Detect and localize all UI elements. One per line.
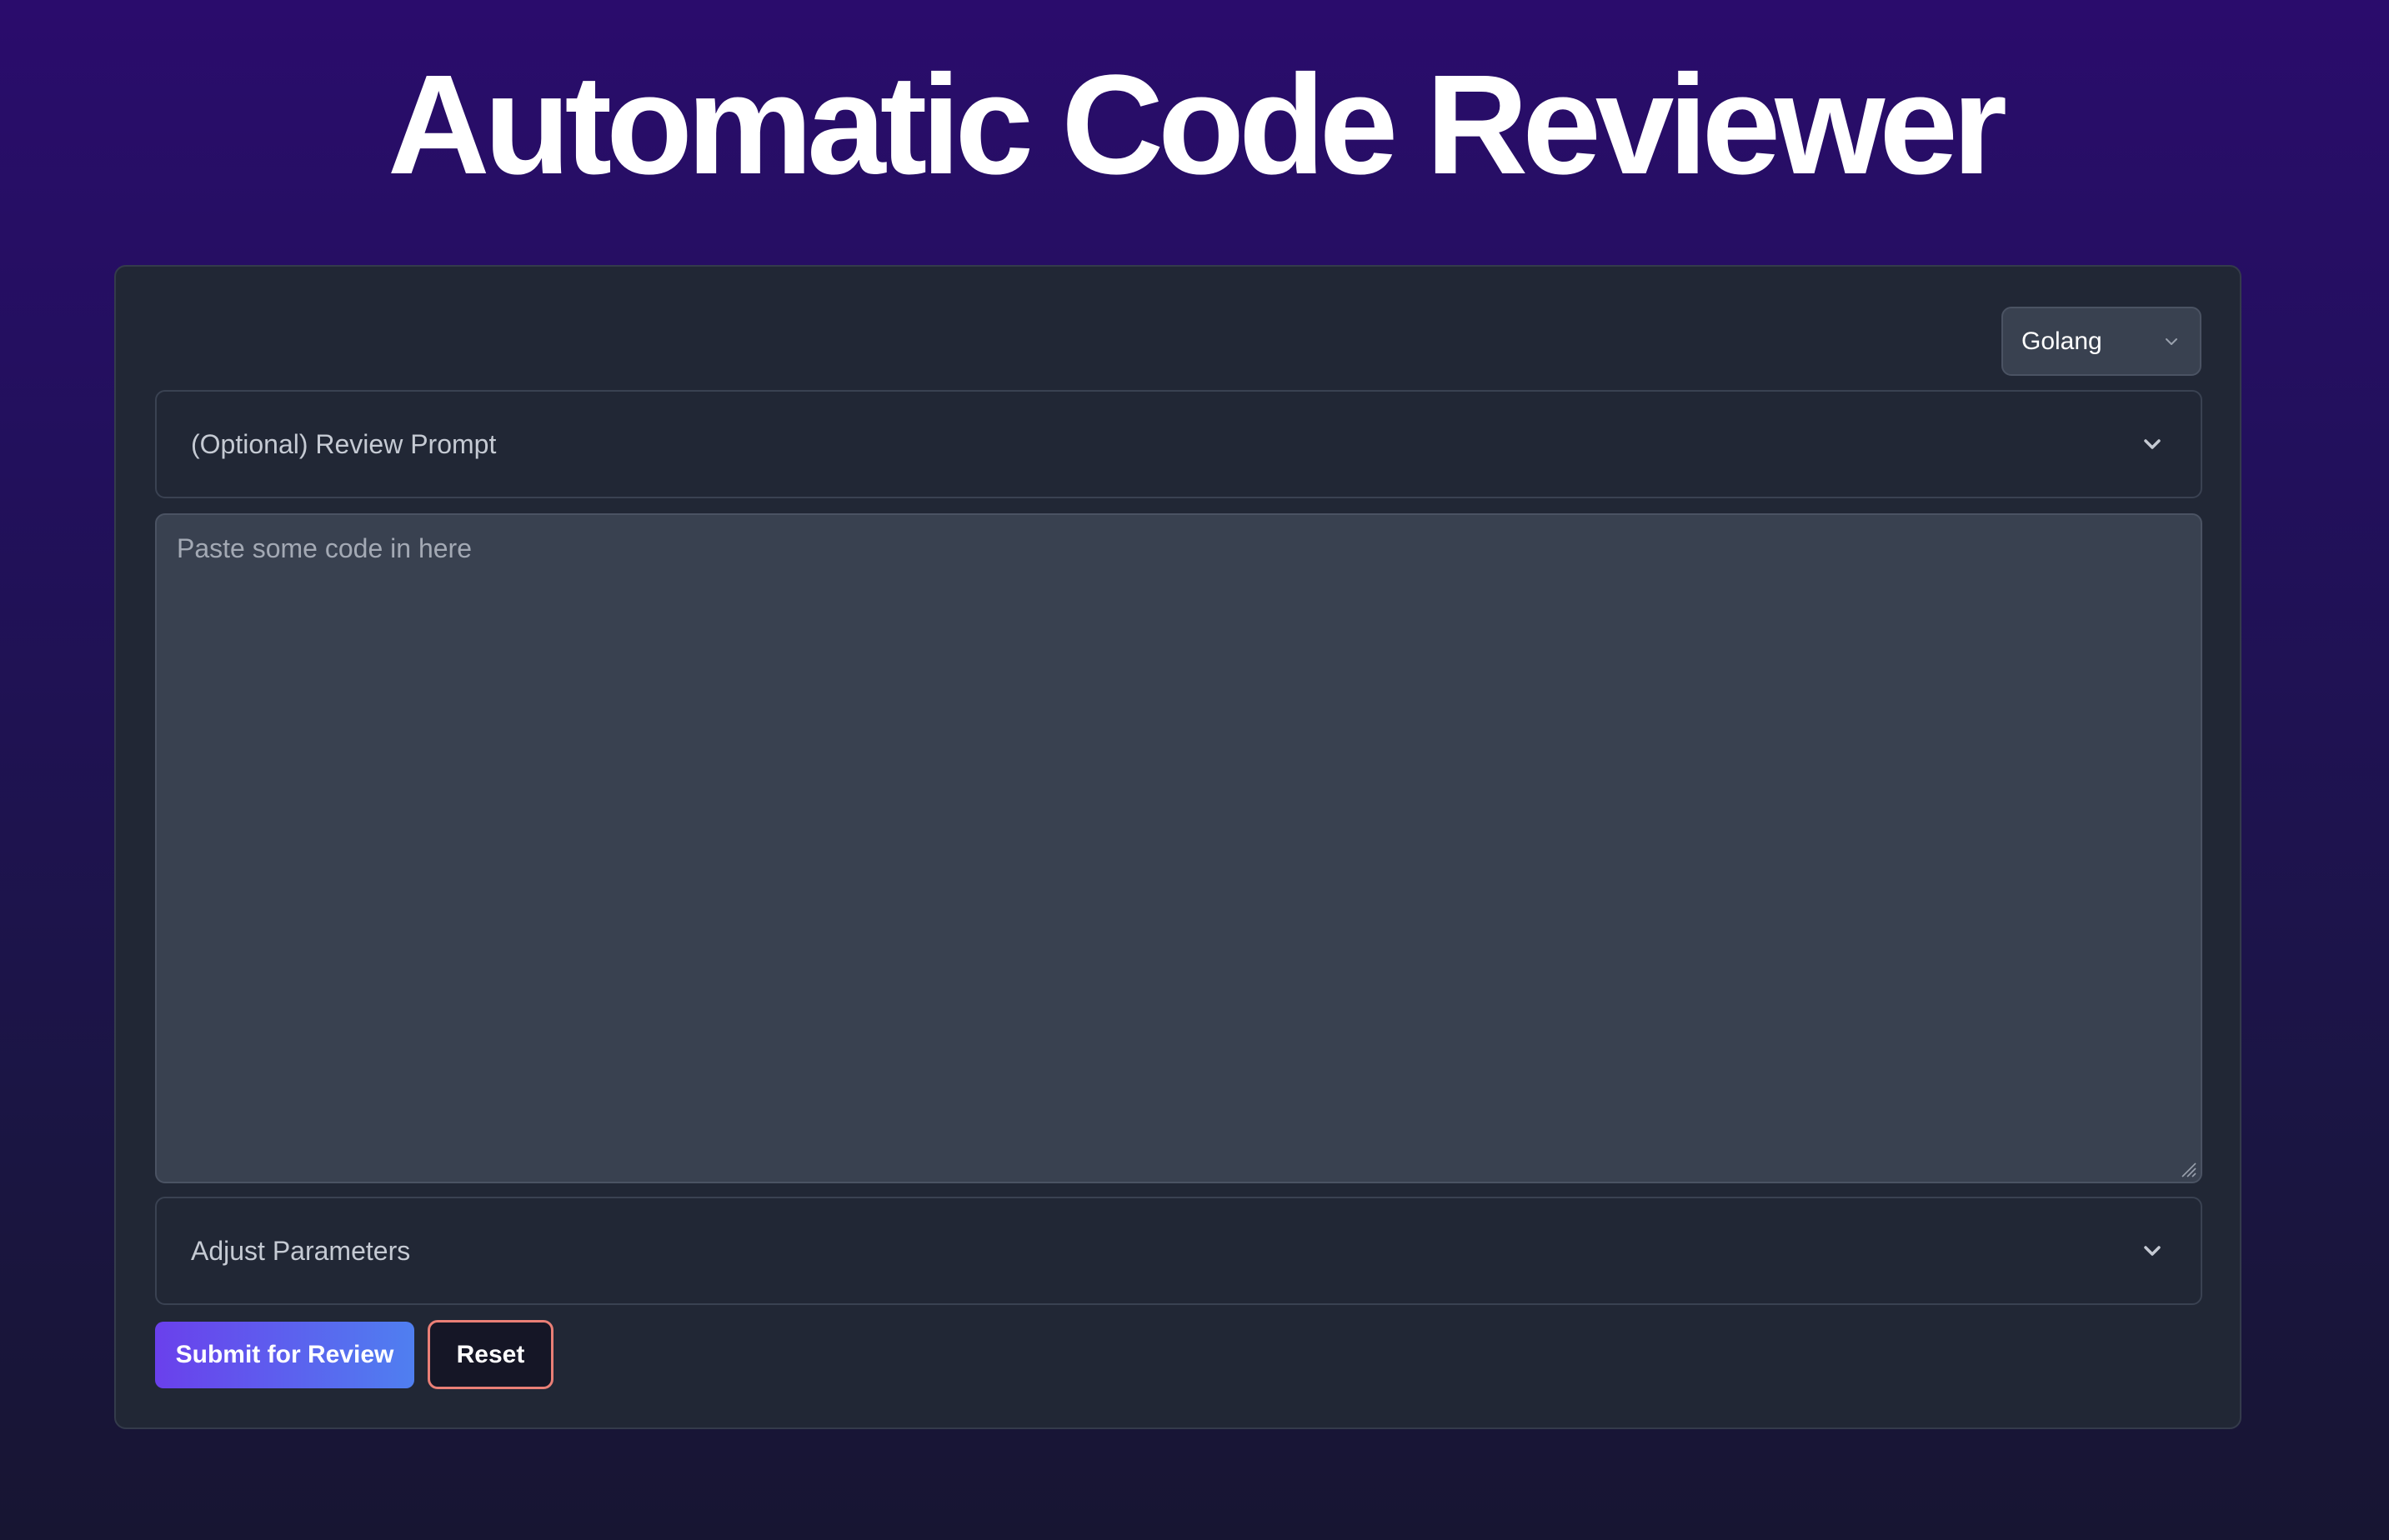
adjust-parameters-label: Adjust Parameters (191, 1235, 411, 1266)
adjust-parameters-accordion[interactable]: Adjust Parameters (155, 1197, 2202, 1305)
chevron-down-icon (2144, 439, 2161, 449)
page-title: Automatic Code Reviewer (387, 46, 2007, 204)
submit-for-review-button[interactable]: Submit for Review (155, 1322, 414, 1388)
chevron-down-icon (2166, 338, 2177, 345)
chevron-down-icon (2144, 1246, 2161, 1256)
language-select[interactable]: Golang (2001, 307, 2201, 376)
reset-button[interactable]: Reset (428, 1320, 553, 1389)
language-select-value: Golang (2021, 327, 2102, 355)
resize-handle-icon[interactable] (2177, 1158, 2197, 1178)
review-prompt-label: (Optional) Review Prompt (191, 428, 497, 459)
review-prompt-accordion[interactable]: (Optional) Review Prompt (155, 390, 2202, 498)
code-input[interactable] (155, 513, 2202, 1183)
